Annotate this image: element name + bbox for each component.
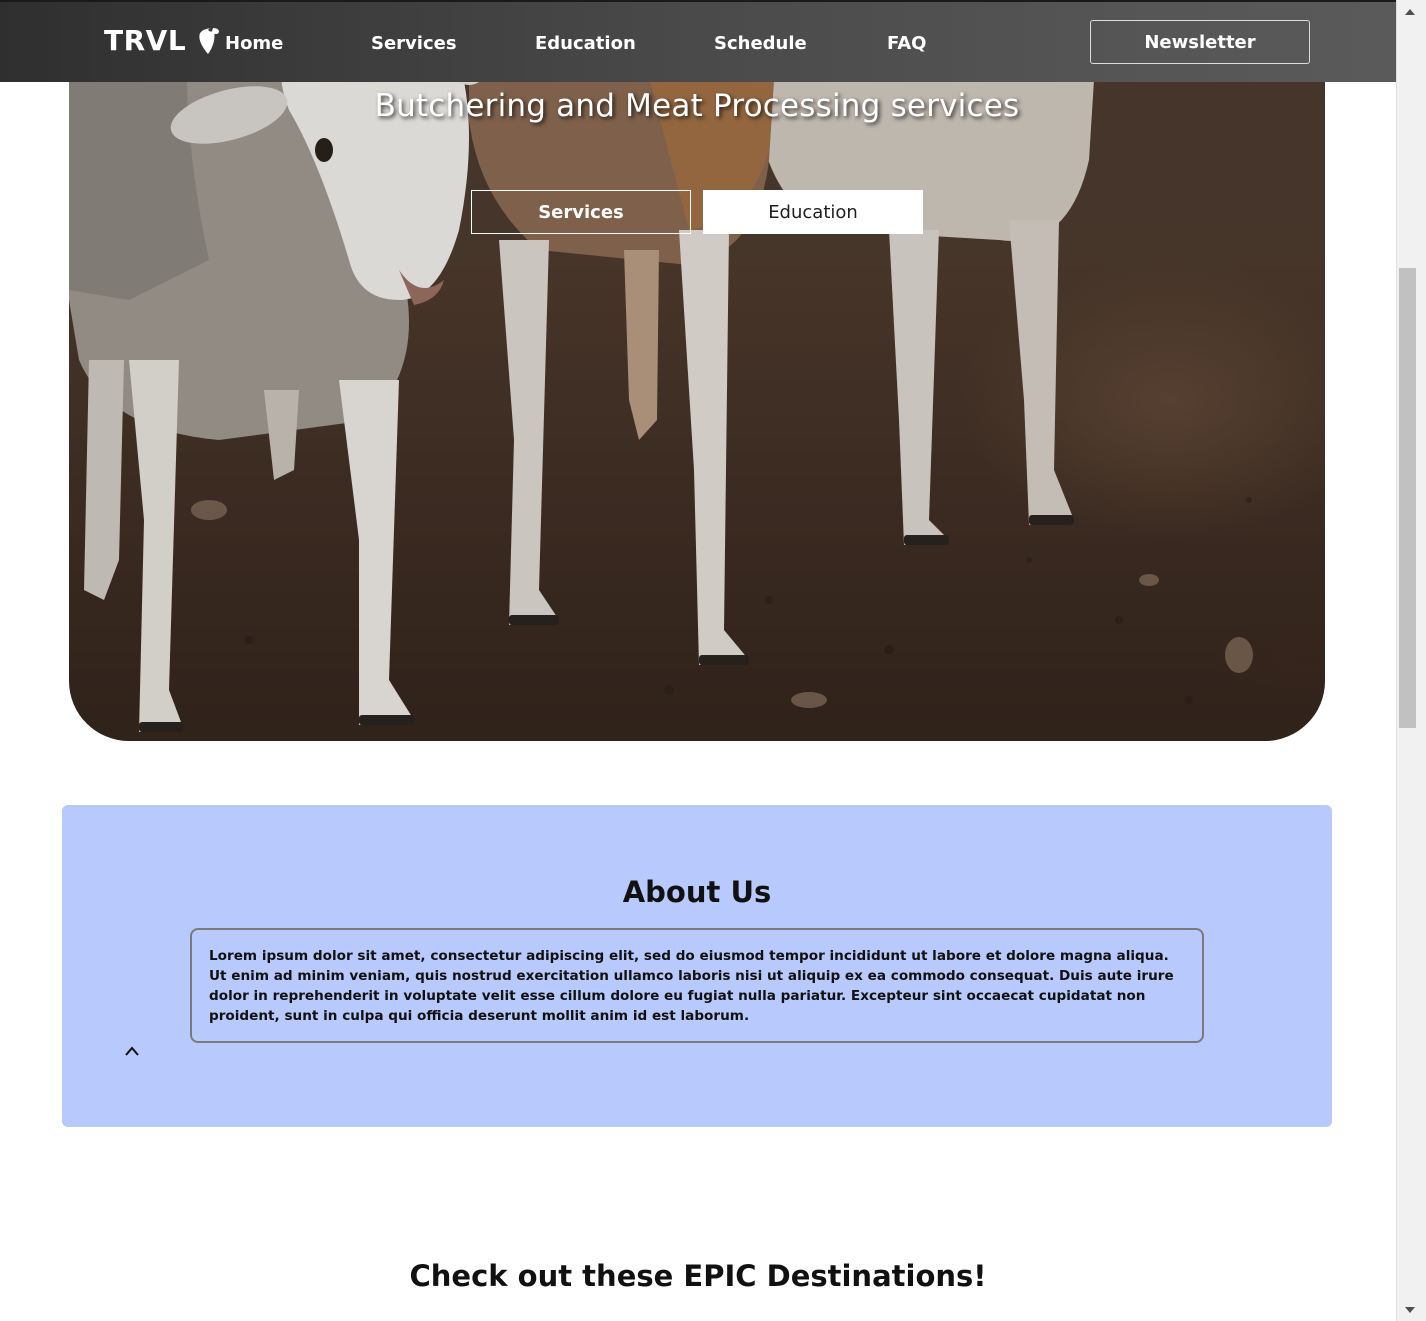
page: Butchering and Meat Processing services …: [0, 0, 1396, 1321]
about-section: About Us Lorem ipsum dolor sit amet, con…: [62, 805, 1332, 1127]
nav-schedule[interactable]: Schedule: [714, 33, 807, 54]
destinations-title: Check out these EPIC Destinations!: [409, 1259, 987, 1293]
hero-education-button[interactable]: Education: [703, 190, 923, 234]
about-title: About Us: [622, 875, 772, 909]
scrollbar-thumb[interactable]: [1399, 268, 1416, 728]
scroll-down-arrow-icon[interactable]: [1404, 1304, 1416, 1316]
nav-faq[interactable]: FAQ: [887, 33, 926, 54]
top-navbar: TRVL Home Services Education Schedule FA…: [0, 0, 1396, 82]
brand[interactable]: TRVL: [104, 24, 220, 57]
nav-home[interactable]: Home: [225, 33, 283, 54]
about-text-box: Lorem ipsum dolor sit amet, consectetur …: [190, 928, 1204, 1043]
nav-services[interactable]: Services: [371, 33, 457, 54]
scroll-up-arrow-icon[interactable]: [1404, 6, 1416, 18]
newsletter-button[interactable]: Newsletter: [1090, 20, 1310, 64]
typo3-logo-icon: [199, 27, 220, 54]
hero-title: Butchering and Meat Processing services: [374, 88, 1020, 124]
brand-name: TRVL: [104, 24, 187, 57]
hero-banner: Butchering and Meat Processing services …: [69, 0, 1325, 741]
hero-services-button[interactable]: Services: [471, 190, 691, 234]
nav-education[interactable]: Education: [535, 33, 636, 54]
page-scrollbar[interactable]: [1396, 0, 1426, 1321]
chevron-up-icon[interactable]: [124, 1045, 140, 1057]
